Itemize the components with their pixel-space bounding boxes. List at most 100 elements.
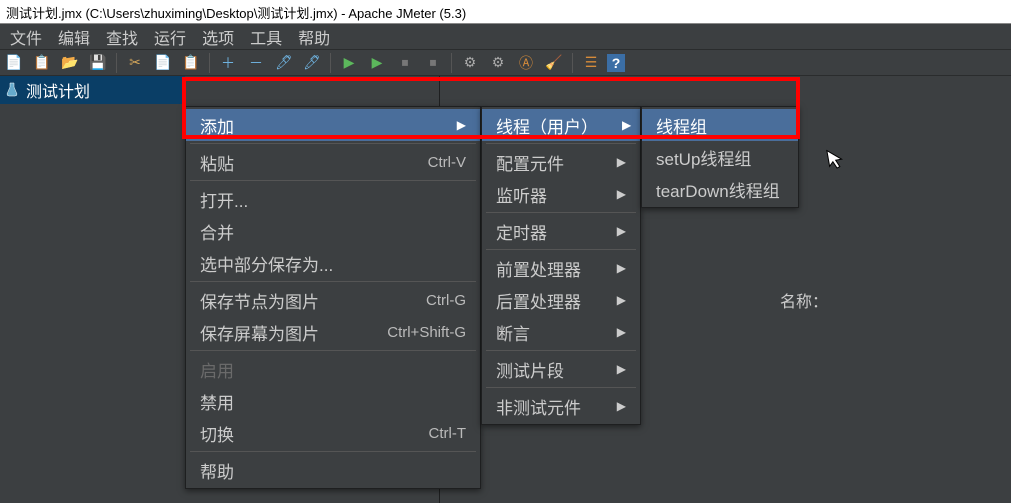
menu-file[interactable]: 文件 [2,25,50,49]
menu-separator [486,387,636,388]
ctx-save-selection[interactable]: 选中部分保存为... [186,247,480,279]
ctx-item-label: setUp线程组 [656,145,751,170]
wand2-icon[interactable]: 🖊 [300,52,324,74]
ctx-listener[interactable]: 监听器 ▶ [482,178,640,210]
menu-separator [486,143,636,144]
ctx-config[interactable]: 配置元件 ▶ [482,146,640,178]
copy-icon[interactable]: 📄 [151,52,175,74]
save-icon[interactable]: 💾 [86,52,110,74]
ctx-item-label: 线程（用户） [496,113,598,138]
plus-icon[interactable]: ＋ [216,52,240,74]
open-icon[interactable]: 📂 [58,52,82,74]
list-icon[interactable]: ☰ [579,52,603,74]
menu-options[interactable]: 选项 [194,25,242,49]
ctx-item-label: 监听器 [496,182,547,207]
menu-help[interactable]: 帮助 [290,25,338,49]
minus-icon[interactable]: － [244,52,268,74]
ctx-postproc[interactable]: 后置处理器 ▶ [482,284,640,316]
submenu-arrow-icon: ▶ [617,224,626,238]
ctx-save-screen-img[interactable]: 保存屏幕为图片 Ctrl+Shift-G [186,316,480,348]
play-noTimers-icon[interactable]: ▶ [365,52,389,74]
ctx-item-label: 添加 [200,113,234,138]
ctx-merge[interactable]: 合并 [186,215,480,247]
ctx-shortcut: Ctrl+Shift-G [387,324,466,341]
beaker-icon [4,82,20,98]
ctx-item-label: 选中部分保存为... [200,251,333,276]
menu-run[interactable]: 运行 [146,25,194,49]
menu-separator [190,143,476,144]
menu-separator [486,212,636,213]
ctx-item-label: 帮助 [200,458,234,483]
ctx-item-label: 粘贴 [200,150,234,175]
submenu-threads: 线程组 setUp线程组 tearDown线程组 [641,106,799,208]
ctx-assertion[interactable]: 断言 ▶ [482,316,640,348]
ctx-item-label: 启用 [200,357,234,382]
submenu-arrow-icon: ▶ [617,293,626,307]
ctx-timer[interactable]: 定时器 ▶ [482,215,640,247]
menu-edit[interactable]: 编辑 [50,25,98,49]
menu-separator [190,281,476,282]
ctx-threads[interactable]: 线程（用户） ▶ [482,109,640,141]
toolbar-separator [330,53,331,73]
shutdown-icon[interactable]: ⏹ [421,52,445,74]
cut-icon[interactable]: ✂ [123,52,147,74]
ctx-toggle[interactable]: 切换 Ctrl-T [186,417,480,449]
ctx-shortcut: Ctrl-T [429,425,467,442]
tree-node-test-plan[interactable]: 测试计划 [0,76,185,104]
ctx-shortcut: Ctrl-V [428,154,466,171]
toolbar-separator [451,53,452,73]
ctx-item-label: 合并 [200,219,234,244]
submenu-arrow-icon: ▶ [617,261,626,275]
submenu-add: 线程（用户） ▶ 配置元件 ▶ 监听器 ▶ 定时器 ▶ 前置处理器 ▶ 后置处理… [481,106,641,425]
play-icon[interactable]: ▶ [337,52,361,74]
ctx-item-label: 测试片段 [496,357,564,382]
ctx-testfrag[interactable]: 测试片段 ▶ [482,353,640,385]
name-field-label: 名称： [780,288,828,312]
help-icon[interactable]: ? [607,54,625,72]
ctx-threadgroup[interactable]: 线程组 [642,109,798,141]
ctx-item-label: 定时器 [496,219,547,244]
ctx-item-label: 保存屏幕为图片 [200,320,319,345]
gear2-icon[interactable]: ⚙ [486,52,510,74]
ctx-preproc[interactable]: 前置处理器 ▶ [482,252,640,284]
stop-icon[interactable]: ⏹ [393,52,417,74]
submenu-arrow-icon: ▶ [622,118,631,132]
ctx-enable: 启用 [186,353,480,385]
toolbar-separator [572,53,573,73]
menu-search[interactable]: 查找 [98,25,146,49]
ctx-nontest[interactable]: 非测试元件 ▶ [482,390,640,422]
ctx-paste[interactable]: 粘贴 Ctrl-V [186,146,480,178]
clear-all-icon[interactable]: 🧹 [542,52,566,74]
paste-icon[interactable]: 📋 [179,52,203,74]
toolbar-separator [116,53,117,73]
window-titlebar: 测试计划.jmx (C:\Users\zhuximing\Desktop\测试计… [0,0,1011,24]
new-icon[interactable]: 📄 [2,52,26,74]
ctx-item-label: 切换 [200,421,234,446]
ctx-save-node-img[interactable]: 保存节点为图片 Ctrl-G [186,284,480,316]
wand-icon[interactable]: 🖊 [272,52,296,74]
menu-separator [486,350,636,351]
ctx-item-label: 断言 [496,320,530,345]
ctx-add[interactable]: 添加 ▶ [186,109,480,141]
menu-tools[interactable]: 工具 [242,25,290,49]
menu-separator [190,451,476,452]
clear-icon[interactable]: Ⓐ [514,52,538,74]
submenu-arrow-icon: ▶ [617,187,626,201]
gear-icon[interactable]: ⚙ [458,52,482,74]
ctx-shortcut: Ctrl-G [426,292,466,309]
ctx-open[interactable]: 打开... [186,183,480,215]
template-icon[interactable]: 📋 [30,52,54,74]
ctx-item-label: 打开... [200,187,248,212]
toolbar-separator [209,53,210,73]
ctx-item-label: 禁用 [200,389,234,414]
window-title: 测试计划.jmx (C:\Users\zhuximing\Desktop\测试计… [6,6,466,21]
menu-separator [486,249,636,250]
ctx-disable[interactable]: 禁用 [186,385,480,417]
toolbar: 📄 📋 📂 💾 ✂ 📄 📋 ＋ － 🖊 🖊 ▶ ▶ ⏹ ⏹ ⚙ ⚙ Ⓐ 🧹 ☰ … [0,50,1011,76]
ctx-item-label: 非测试元件 [496,394,581,419]
ctx-item-label: 配置元件 [496,150,564,175]
ctx-setup-threadgroup[interactable]: setUp线程组 [642,141,798,173]
ctx-help[interactable]: 帮助 [186,454,480,486]
ctx-teardown-threadgroup[interactable]: tearDown线程组 [642,173,798,205]
submenu-arrow-icon: ▶ [617,325,626,339]
